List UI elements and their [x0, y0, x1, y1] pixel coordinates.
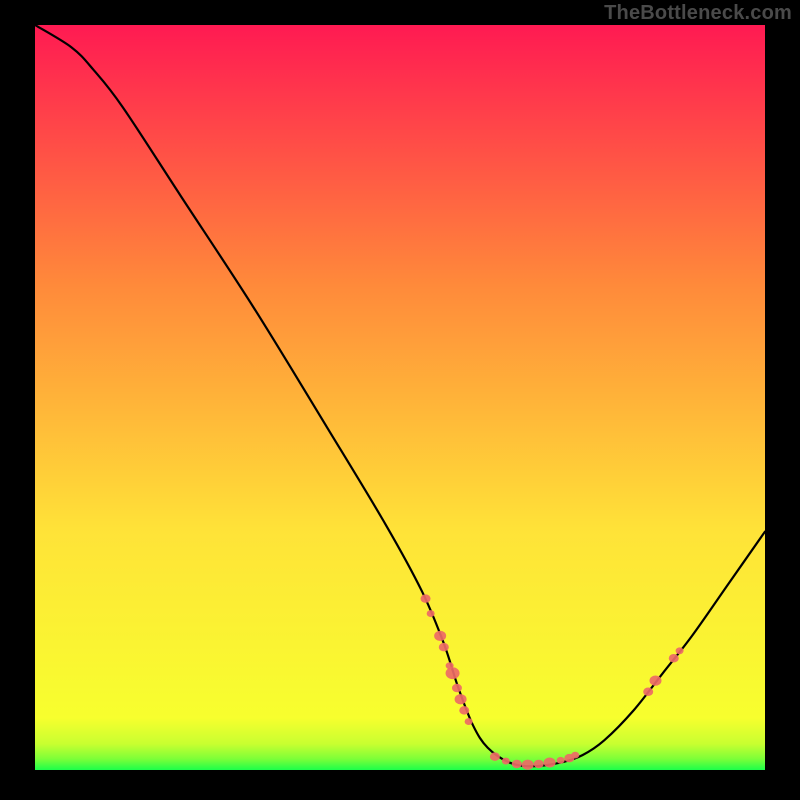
data-point [490, 752, 500, 761]
data-point [669, 654, 679, 663]
data-point [465, 718, 473, 725]
data-point [571, 752, 579, 759]
data-point [650, 676, 662, 686]
data-point [676, 647, 684, 654]
data-point [557, 757, 565, 764]
data-point [421, 594, 431, 603]
watermark-text: TheBottleneck.com [604, 2, 792, 25]
data-point [534, 760, 544, 769]
data-point [522, 760, 534, 770]
plot-area [35, 25, 765, 770]
data-point [452, 684, 462, 693]
chart-svg [35, 25, 765, 770]
data-point [502, 758, 510, 765]
chart-container: TheBottleneck.com [0, 0, 800, 800]
data-point [439, 643, 449, 652]
data-point [512, 760, 522, 769]
data-point [446, 667, 460, 679]
data-point [544, 757, 556, 767]
data-point [427, 610, 435, 617]
data-point [459, 706, 469, 715]
gradient-background [35, 25, 765, 770]
data-point [455, 694, 467, 704]
data-point [434, 631, 446, 641]
data-point [643, 688, 653, 697]
